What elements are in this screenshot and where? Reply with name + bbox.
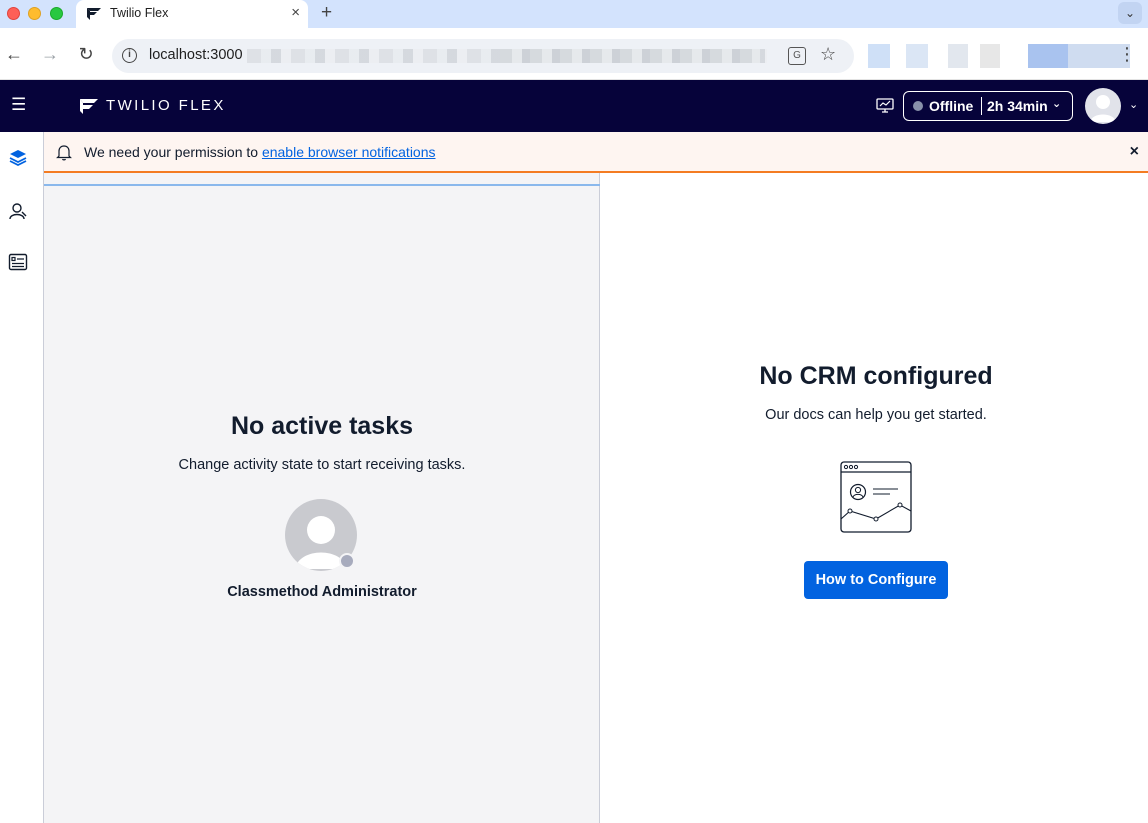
enable-notifications-link[interactable]: enable browser notifications	[262, 144, 436, 160]
user-avatar[interactable]	[1085, 88, 1121, 124]
crm-panel: No CRM configured Our docs can help you …	[600, 173, 1148, 823]
notification-text: We need your permission to enable browse…	[84, 144, 436, 160]
task-list-panel: No active tasks Change activity state to…	[44, 173, 600, 823]
url-text[interactable]: localhost:3000	[149, 47, 243, 63]
tab-search-button[interactable]: ⌄	[1118, 2, 1142, 24]
monitor-icon[interactable]	[876, 98, 894, 114]
how-to-configure-button[interactable]: How to Configure	[804, 561, 948, 599]
no-tasks-subtitle: Change activity state to start receiving…	[178, 457, 466, 473]
user-menu-chevron-icon[interactable]: ⌄	[1129, 98, 1138, 111]
notification-banner: We need your permission to enable browse…	[44, 132, 1148, 173]
no-crm-subtitle: Our docs can help you get started.	[765, 407, 987, 423]
url-redacted-blur	[500, 49, 760, 63]
teams-icon[interactable]	[8, 201, 28, 221]
window-maximize-button[interactable]	[50, 7, 63, 20]
extensions-redacted-blur	[868, 44, 1130, 68]
hamburger-menu-icon[interactable]: ☰	[11, 96, 26, 114]
window-minimize-button[interactable]	[28, 7, 41, 20]
flex-header: ☰ TWILIO FLEX Offline 2h 34min ⌄ ⌄	[0, 80, 1148, 132]
forward-button[interactable]: →	[38, 43, 62, 67]
brand-name: TWILIO FLEX	[106, 97, 226, 114]
status-indicator	[913, 101, 923, 111]
back-button[interactable]: ←	[2, 43, 26, 67]
window-close-button[interactable]	[7, 7, 20, 20]
activity-status-dropdown[interactable]: Offline 2h 34min ⌄	[903, 91, 1073, 121]
user-icon	[1090, 95, 1116, 122]
queues-stats-icon[interactable]	[8, 252, 28, 272]
notification-message: We need your permission to	[84, 144, 262, 160]
layers-icon[interactable]	[8, 148, 28, 168]
close-icon[interactable]: ×	[1130, 142, 1139, 162]
address-bar[interactable]: i localhost:3000 G ☆	[112, 39, 854, 73]
task-panel-progress-line	[44, 184, 600, 186]
bookmark-star-icon[interactable]: ☆	[820, 44, 836, 65]
browser-tab[interactable]: Twilio Flex ×	[76, 0, 308, 28]
new-tab-button[interactable]: +	[321, 3, 332, 23]
status-timer: 2h 34min	[987, 98, 1048, 114]
bell-icon	[56, 145, 72, 161]
tab-title: Twilio Flex	[110, 6, 169, 20]
status-label: Offline	[929, 98, 974, 114]
status-divider	[981, 97, 982, 115]
translate-icon[interactable]: G	[788, 47, 806, 65]
chevron-down-icon: ⌄	[1052, 98, 1062, 110]
tab-close-icon[interactable]: ×	[291, 4, 300, 22]
reload-button[interactable]: ↻	[74, 43, 98, 67]
agent-name: Classmethod Administrator	[227, 584, 417, 600]
twilio-flex-logo-icon	[80, 99, 98, 114]
browser-tab-strip: Twilio Flex × + ⌄	[0, 0, 1148, 28]
crm-illustration-icon	[840, 461, 912, 533]
browser-menu-icon[interactable]: ⋮	[1118, 44, 1136, 64]
no-crm-title: No CRM configured	[759, 362, 993, 390]
agent-status-indicator	[339, 553, 355, 569]
twilio-flex-favicon-icon	[87, 8, 101, 20]
browser-toolbar: ← → ↻ i localhost:3000 G ☆ ⋮	[0, 28, 1148, 80]
no-tasks-title: No active tasks	[230, 412, 414, 440]
side-nav	[0, 132, 44, 823]
site-info-icon[interactable]: i	[122, 48, 137, 63]
